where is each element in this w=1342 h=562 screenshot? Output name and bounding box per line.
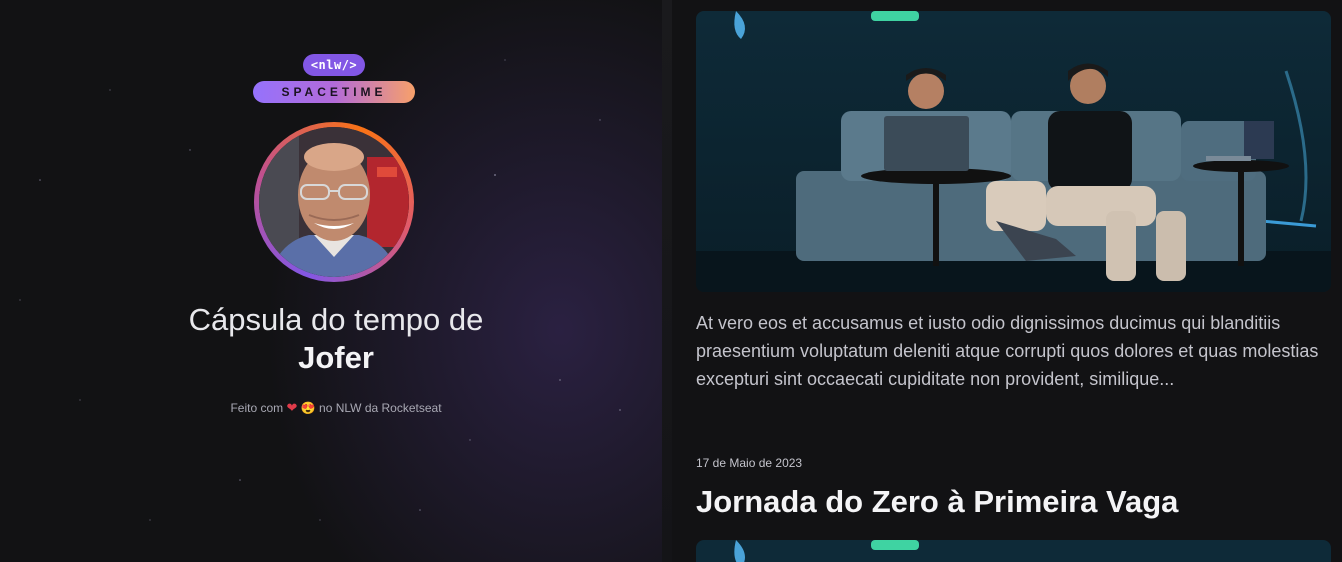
memory-cover-image [696,11,1331,292]
avatar-photo [259,127,409,277]
hero-panel: <nlw/> SPACETIME Cápsula do tempo de Jof [0,0,672,562]
page-title: Cápsula do tempo de [188,302,484,337]
heart-icon: ❤ [286,400,298,415]
nlw-spacetime-logo: <nlw/> SPACETIME [253,54,415,104]
memory-excerpt: At vero eos et accusamus et iusto odio d… [696,313,1319,389]
credit-text: Feito com [230,401,284,415]
memories-feed[interactable]: At vero eos et accusamus et iusto odio d… [672,0,1342,562]
memory-cover-image [696,540,1331,562]
panel-divider [662,0,672,562]
avatar [259,127,409,277]
avatar-ring[interactable] [254,122,414,282]
stage-photo [696,11,1331,292]
memory-date: 17 de Maio de 2023 [696,456,803,470]
logo-tag: <nlw/> [303,54,365,76]
heart-eyes-emoji-icon: 😍 [300,401,316,415]
logo-wordmark: SPACETIME [253,81,415,103]
memory-title[interactable]: Jornada do Zero à Primeira Vaga [696,484,1178,520]
credit-link[interactable]: no NLW da Rocketseat [319,401,442,415]
user-name: Jofer [298,340,374,375]
footer-credit: Feito com ❤ 😍 no NLW da Rocketseat [0,400,672,416]
stage-photo [696,540,1331,562]
